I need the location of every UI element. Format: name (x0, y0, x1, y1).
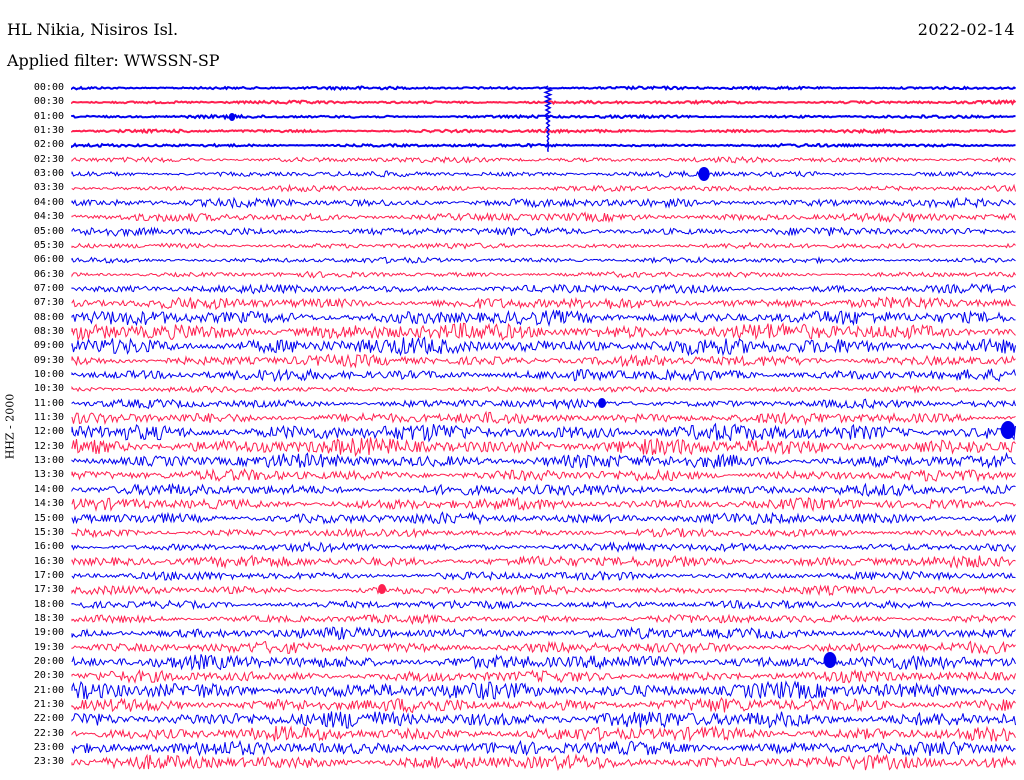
trace-line (71, 613, 1016, 626)
trace-line (71, 451, 1016, 470)
trace-line (71, 496, 1016, 512)
trace-line (71, 668, 1016, 684)
trace-line (71, 570, 1016, 582)
trace-line (71, 511, 1016, 526)
trace-line (71, 710, 1016, 729)
trace-line (71, 653, 1016, 671)
trace-line (71, 127, 1016, 135)
trace-line (71, 753, 1016, 772)
trace-line (71, 584, 1016, 597)
trace-line (71, 282, 1016, 295)
trace-line (71, 640, 1016, 655)
trace-line (71, 696, 1016, 714)
trace-line (71, 309, 1016, 328)
trace-line (71, 468, 1016, 483)
trace-line (71, 482, 1016, 497)
event-spike (543, 85, 554, 152)
seismogram-plot (71, 85, 1017, 772)
trace-line (71, 384, 1016, 394)
trace-line (71, 336, 1016, 357)
trace-line (71, 599, 1016, 611)
trace-line (71, 211, 1016, 224)
trace-line (71, 155, 1016, 164)
trace-line (71, 183, 1016, 193)
trace-line (71, 626, 1016, 641)
trace-line (71, 196, 1016, 210)
event-burst (1000, 421, 1016, 439)
trace-line (71, 437, 1016, 458)
trace-line (71, 226, 1016, 238)
event-burst (378, 584, 386, 594)
trace-line (71, 739, 1016, 757)
trace-line (71, 680, 1016, 700)
trace-line (71, 241, 1016, 250)
trace-line (71, 353, 1016, 369)
trace-line (71, 367, 1016, 383)
trace-line (71, 142, 1016, 149)
event-burst (698, 167, 710, 181)
trace-line (71, 554, 1016, 570)
trace-line (71, 422, 1016, 443)
trace-line (71, 540, 1016, 554)
trace-line (71, 322, 1016, 342)
trace-line (71, 113, 1016, 121)
trace-line (71, 169, 1016, 178)
event-burst (598, 398, 606, 408)
trace-line (71, 725, 1016, 743)
trace-line (71, 398, 1016, 411)
trace-line (71, 255, 1016, 265)
trace-line (71, 270, 1016, 279)
trace-line (71, 410, 1016, 426)
trace-line (71, 527, 1016, 539)
event-burst (228, 113, 236, 121)
event-burst (823, 652, 837, 668)
trace-line (71, 99, 1017, 106)
trace-line (71, 296, 1016, 311)
